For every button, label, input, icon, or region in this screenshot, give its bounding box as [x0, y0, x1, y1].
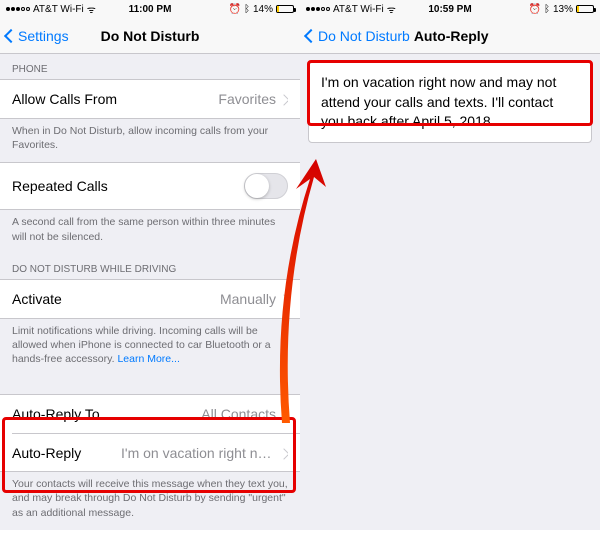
- auto-reply-message-field[interactable]: I'm on vacation right now and may not at…: [308, 62, 592, 143]
- screen-do-not-disturb: AT&T Wi-Fi ᯤ 11:00 PM ⏰ ᛒ 14% Settings D…: [0, 0, 300, 530]
- cell-activate[interactable]: Activate Manually: [0, 280, 300, 318]
- carrier-label: AT&T Wi-Fi: [333, 4, 384, 15]
- cell-label: Repeated Calls: [12, 178, 108, 194]
- chevron-right-icon: [280, 291, 288, 307]
- back-button[interactable]: Do Not Disturb: [306, 28, 410, 44]
- battery-icon: [576, 5, 594, 13]
- carrier-label: AT&T Wi-Fi: [33, 4, 84, 15]
- cell-label: Auto-Reply: [12, 445, 81, 461]
- cell-value: All Contacts: [201, 406, 276, 422]
- section-footer: When in Do Not Disturb, allow incoming c…: [0, 119, 300, 162]
- learn-more-link[interactable]: Learn More...: [117, 353, 179, 365]
- cell-value: I'm on vacation right now an…: [121, 445, 276, 461]
- nav-bar: Settings Do Not Disturb: [0, 18, 300, 54]
- status-bar: AT&T Wi-Fi ᯤ 11:00 PM ⏰ ᛒ 14%: [0, 0, 300, 18]
- cell-allow-calls-from[interactable]: Allow Calls From Favorites: [0, 80, 300, 118]
- back-label: Do Not Disturb: [318, 28, 410, 44]
- back-label: Settings: [18, 28, 69, 44]
- battery-icon: [276, 5, 294, 13]
- nav-bar: Do Not Disturb Auto-Reply: [300, 18, 600, 54]
- section-footer: Limit notifications while driving. Incom…: [0, 319, 300, 377]
- section-header-phone: PHONE: [0, 54, 300, 79]
- battery-percent: 13%: [553, 4, 573, 15]
- clock-label: 11:00 PM: [129, 4, 172, 15]
- chevron-right-icon: [280, 91, 288, 107]
- clock-label: 10:59 PM: [428, 4, 471, 15]
- bluetooth-icon: ᛒ: [544, 4, 550, 15]
- wifi-icon: ᯤ: [87, 2, 96, 16]
- signal-icon: [6, 7, 30, 11]
- section-footer: A second call from the same person withi…: [0, 210, 300, 253]
- cell-auto-reply-to[interactable]: Auto-Reply To All Contacts: [0, 395, 300, 433]
- chevron-right-icon: [280, 406, 288, 422]
- chevron-right-icon: [280, 445, 288, 461]
- cell-label: Activate: [12, 291, 62, 307]
- cell-label: Auto-Reply To: [12, 406, 100, 422]
- cell-value: Manually: [220, 291, 276, 307]
- status-bar: AT&T Wi-Fi ᯤ 10:59 PM ⏰ ᛒ 13%: [300, 0, 600, 18]
- cell-auto-reply[interactable]: Auto-Reply I'm on vacation right now an…: [12, 433, 300, 471]
- bluetooth-icon: ᛒ: [244, 4, 250, 15]
- cell-repeated-calls[interactable]: Repeated Calls: [0, 163, 300, 209]
- back-button[interactable]: Settings: [6, 28, 69, 44]
- cell-label: Allow Calls From: [12, 91, 117, 107]
- screen-auto-reply: AT&T Wi-Fi ᯤ 10:59 PM ⏰ ᛒ 13% Do Not Dis…: [300, 0, 600, 530]
- wifi-icon: ᯤ: [387, 2, 396, 16]
- cell-value: Favorites: [218, 91, 276, 107]
- section-footer: Your contacts will receive this message …: [0, 472, 300, 530]
- alarm-icon: ⏰: [529, 4, 541, 15]
- alarm-icon: ⏰: [229, 4, 241, 15]
- chevron-left-icon: [306, 28, 316, 44]
- toggle-switch[interactable]: [244, 173, 288, 199]
- chevron-left-icon: [6, 28, 16, 44]
- signal-icon: [306, 7, 330, 11]
- section-header-driving: DO NOT DISTURB WHILE DRIVING: [0, 254, 300, 279]
- page-title: Auto-Reply: [414, 28, 489, 44]
- content-scroll[interactable]: I'm on vacation right now and may not at…: [300, 54, 600, 530]
- content-scroll[interactable]: PHONE Allow Calls From Favorites When in…: [0, 54, 300, 530]
- battery-percent: 14%: [253, 4, 273, 15]
- page-title: Do Not Disturb: [101, 28, 200, 44]
